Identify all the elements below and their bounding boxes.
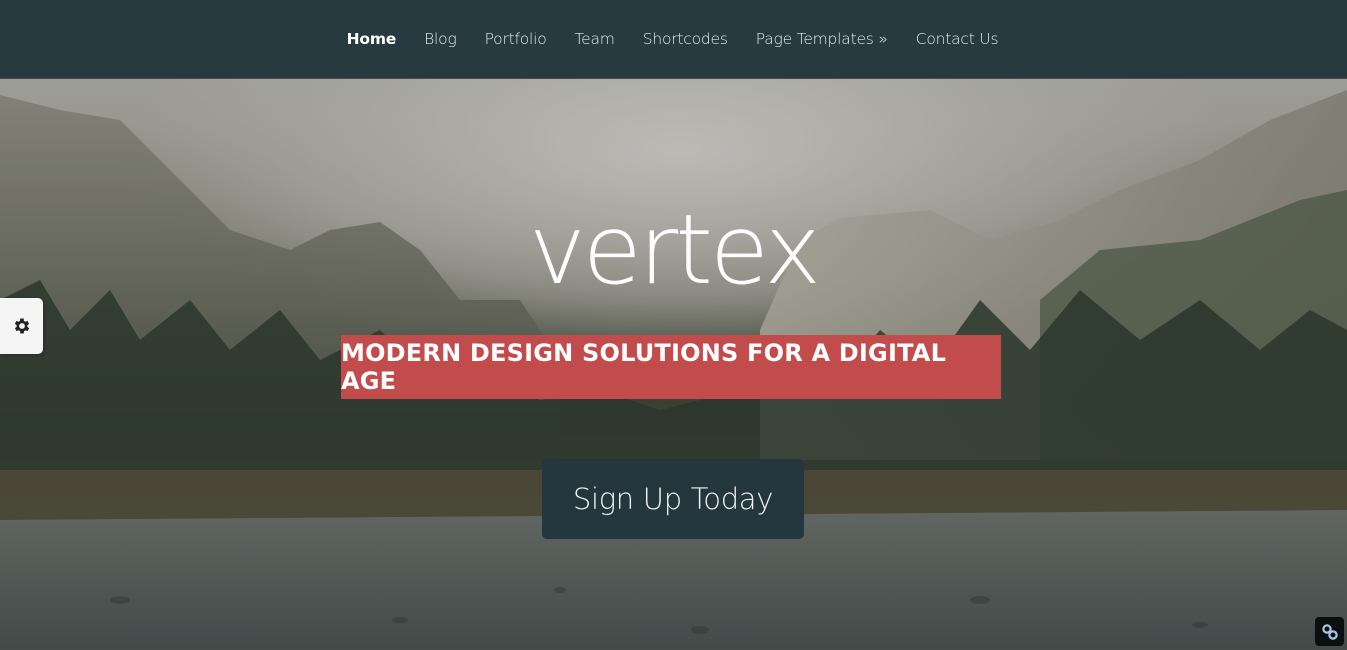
hero-section (0, 0, 1347, 650)
style-switcher-toggle[interactable] (0, 298, 43, 354)
logo-text: vertex (528, 194, 821, 306)
sign-up-button[interactable]: Sign Up Today (542, 459, 804, 539)
nav-item-portfolio[interactable]: Portfolio (471, 30, 561, 48)
site-logo: vertex (0, 202, 1347, 298)
link-icon (1321, 623, 1338, 640)
tagline-text: MODERN DESIGN SOLUTIONS FOR A DIGITAL AG… (341, 339, 947, 395)
nav-item-blog[interactable]: Blog (410, 30, 470, 48)
main-navbar: Home Blog Portfolio Team Shortcodes Page… (0, 0, 1347, 79)
gear-icon (14, 318, 29, 334)
nav-item-home[interactable]: Home (333, 30, 410, 48)
nav-item-page-templates[interactable]: Page Templates » (742, 30, 902, 48)
nav-item-team[interactable]: Team (561, 30, 629, 48)
nav-menu: Home Blog Portfolio Team Shortcodes Page… (333, 30, 1013, 48)
nav-item-shortcodes[interactable]: Shortcodes (629, 30, 742, 48)
nav-item-contact-us[interactable]: Contact Us (902, 30, 1013, 48)
sign-up-label: Sign Up Today (572, 482, 774, 516)
hero-tagline: MODERN DESIGN SOLUTIONS FOR A DIGITAL AG… (341, 335, 1001, 399)
corner-link-widget[interactable] (1315, 617, 1344, 646)
hero-overlay (0, 0, 1347, 650)
